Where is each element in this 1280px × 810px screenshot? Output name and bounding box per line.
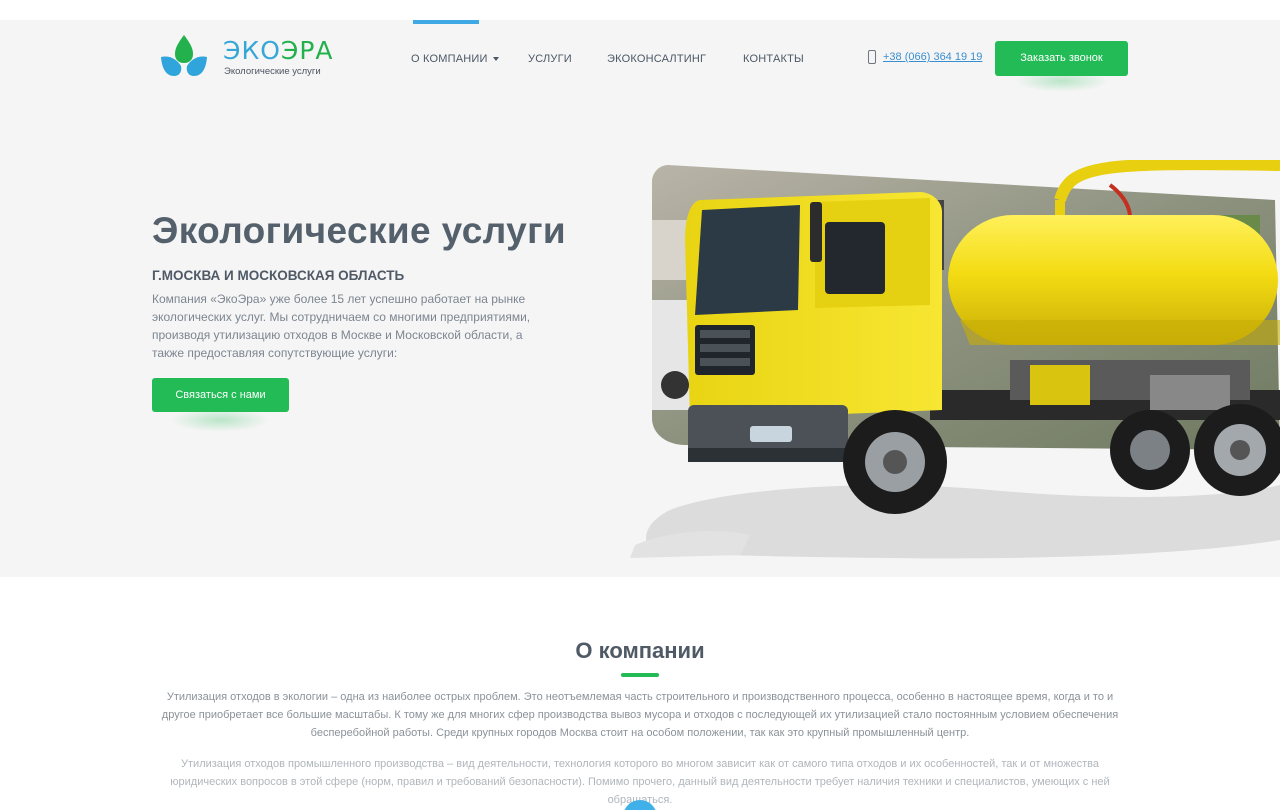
nav-item-services[interactable]: УСЛУГИ	[528, 53, 572, 65]
logo-subtitle: Экологические услуги	[224, 66, 321, 77]
chevron-down-icon	[492, 57, 499, 62]
hero-description: Компания «ЭкоЭра» уже более 15 лет успеш…	[152, 292, 531, 360]
nav-item-ecoconsulting[interactable]: ЭКОКОНСАЛТИНГ	[607, 53, 706, 65]
site-logo[interactable]: ЭКОЭРА Экологические услуги	[160, 33, 333, 77]
hero-title: Экологические услуги	[152, 210, 567, 251]
hero-subtitle: Г.МОСКВА И МОСКОВСКАЯ ОБЛАСТЬ	[152, 268, 405, 283]
nav-item-contacts[interactable]: КОНТАКТЫ	[743, 53, 804, 65]
about-title-underline	[621, 673, 659, 677]
logo-name: ЭКОЭРА	[223, 36, 334, 65]
leaf-logo-icon	[161, 35, 207, 76]
about-title: О компании	[575, 638, 705, 663]
request-call-button[interactable]: Заказать звонок	[995, 41, 1128, 76]
nav-item-contacts-label: КОНТАКТЫ	[743, 53, 804, 65]
hero-section: ЭКОЭРА Экологические услуги О КОМПАНИИ У…	[0, 20, 1280, 577]
nav-item-ecoconsulting-label: ЭКОКОНСАЛТИНГ	[607, 53, 707, 65]
nav-item-services-label: УСЛУГИ	[528, 53, 572, 65]
truck-image	[630, 160, 1280, 559]
logo-name-part2: ЭРА	[280, 36, 334, 65]
contact-us-button[interactable]: Связаться с нами	[152, 378, 289, 412]
logo-name-part1: ЭКО	[223, 36, 281, 65]
phone-icon	[868, 50, 876, 64]
nav-item-about-label: О КОМПАНИИ	[411, 53, 488, 65]
about-paragraph-1: Утилизация отходов в экологии – одна из …	[161, 691, 1119, 739]
phone-number: +38 (066) 364 19 19	[883, 51, 983, 63]
nav-item-about[interactable]: О КОМПАНИИ	[411, 53, 499, 65]
top-strip	[0, 0, 1280, 20]
nav-active-indicator	[413, 20, 479, 24]
